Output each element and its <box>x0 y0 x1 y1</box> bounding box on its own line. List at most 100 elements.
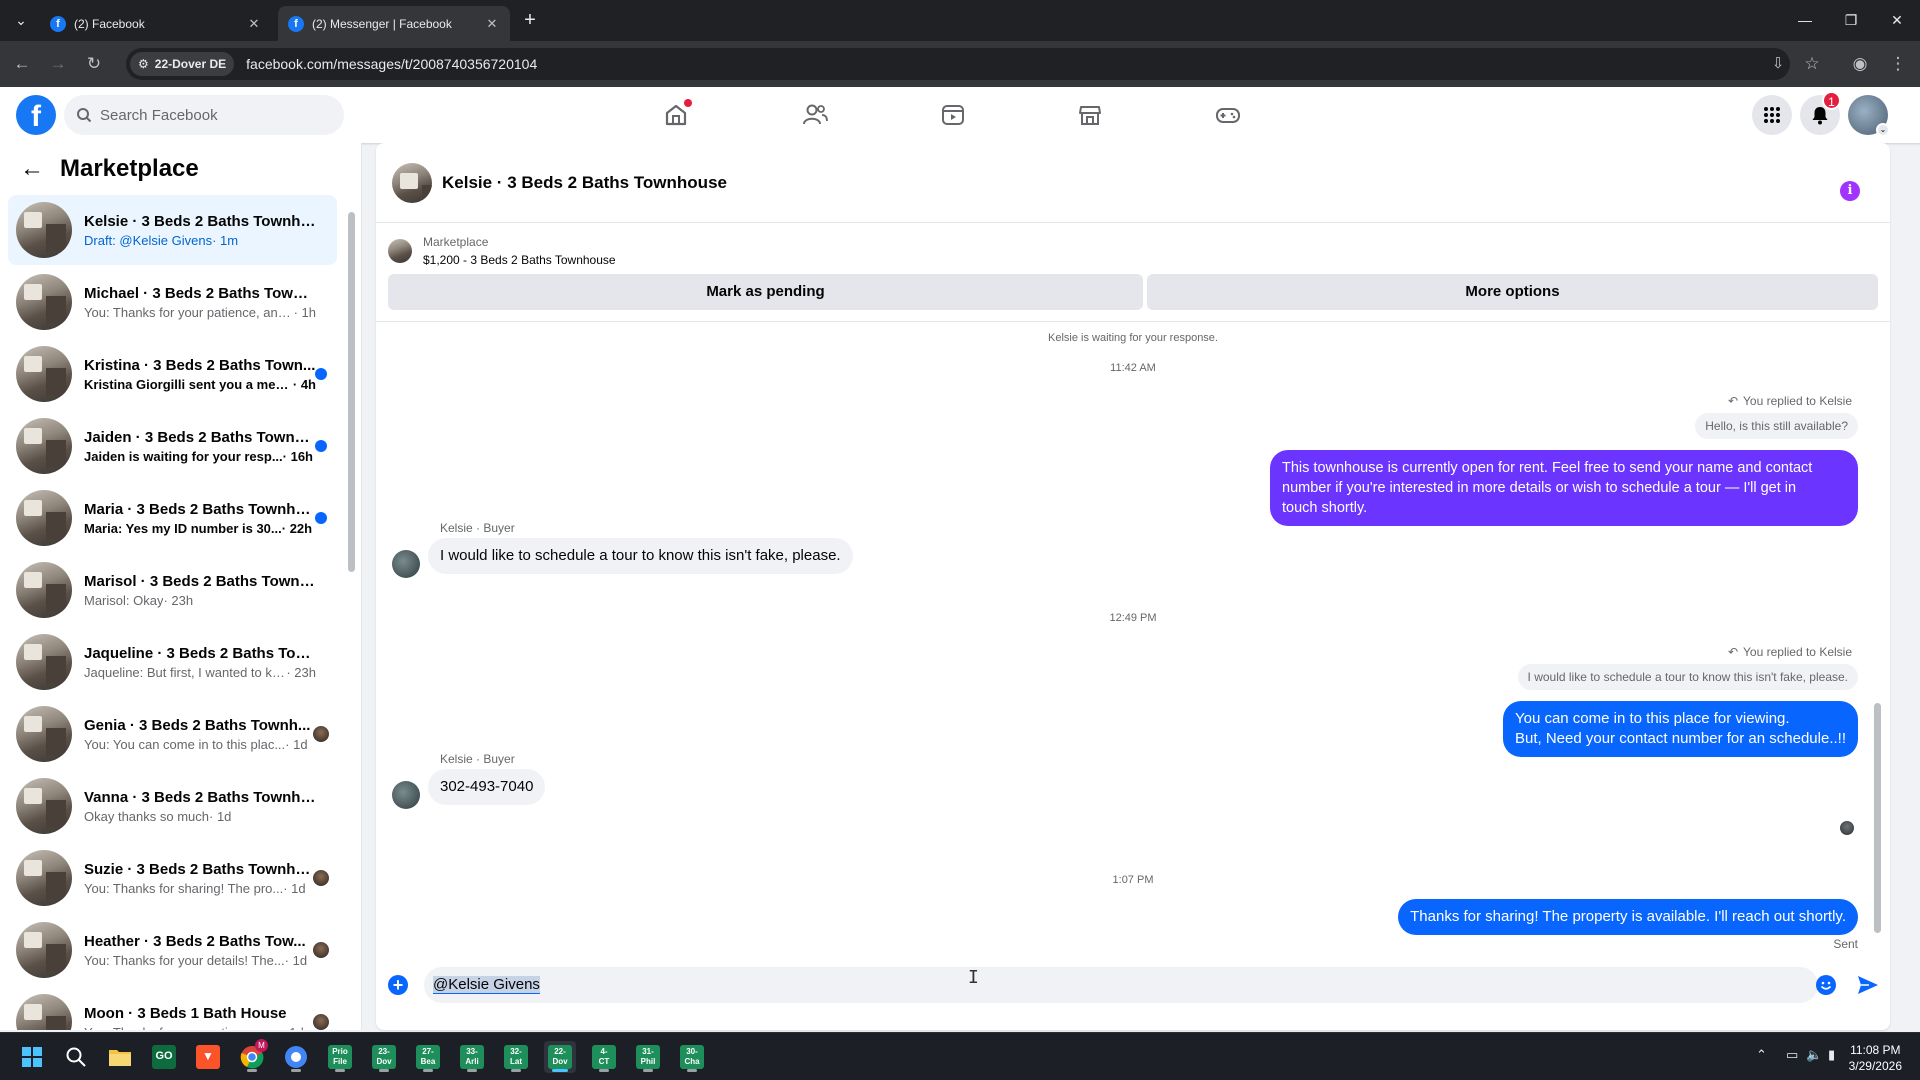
conversation-item[interactable]: Moon · 3 Beds 1 Bath House You: Thanks fo… <box>8 987 337 1030</box>
network-icon[interactable]: ▭ <box>1786 1047 1798 1063</box>
chat-title[interactable]: Kelsie · 3 Beds 2 Baths Townhouse <box>442 173 727 193</box>
conversation-item[interactable]: Marisol · 3 Beds 2 Baths Townho... Mariso… <box>8 555 337 625</box>
conversation-time: · 1d <box>285 736 308 752</box>
volume-icon[interactable]: 🔈 <box>1806 1047 1822 1063</box>
back-icon[interactable]: ← <box>10 52 34 76</box>
url-text[interactable]: facebook.com/messages/t/2008740356720104 <box>246 56 537 72</box>
profile-icon[interactable]: ◉ <box>1848 52 1872 76</box>
restore-icon[interactable]: ❐ <box>1836 8 1866 32</box>
site-info-chip[interactable]: ⚙ 22-Dover DE <box>130 52 235 76</box>
conversation-item[interactable]: Heather · 3 Beds 2 Baths Tow... You: Than… <box>8 915 337 985</box>
search-icon <box>77 108 92 123</box>
taskbar-app-icon[interactable]: 23- Dov <box>368 1041 400 1073</box>
taskbar-app-icon[interactable]: GO <box>148 1041 180 1073</box>
conversation-item[interactable]: Jaqueline · 3 Beds 2 Baths Town... Jaquel… <box>8 627 337 697</box>
browser-tab-facebook[interactable]: f (2) Facebook ✕ <box>40 6 272 41</box>
facebook-logo-icon[interactable]: f <box>16 95 56 135</box>
show-hidden-icons[interactable]: ⌃ <box>1756 1047 1767 1063</box>
home-nav-icon[interactable] <box>658 97 694 133</box>
brave-browser-icon[interactable]: ▼ <box>192 1041 224 1073</box>
mark-as-pending-button[interactable]: Mark as pending <box>388 274 1143 310</box>
chat-scrollbar[interactable] <box>1874 323 1882 953</box>
taskbar-app-icon[interactable]: 22- Dov <box>544 1041 576 1073</box>
friends-nav-icon[interactable] <box>797 97 833 133</box>
gaming-nav-icon[interactable] <box>1210 97 1246 133</box>
chrome-icon[interactable]: M <box>236 1039 268 1073</box>
more-options-button[interactable]: More options <box>1147 274 1878 310</box>
chrome-profile-icon[interactable] <box>280 1041 312 1073</box>
taskbar-app-icon[interactable]: 4- CT <box>588 1041 620 1073</box>
browser-tab-messenger[interactable]: f (2) Messenger | Facebook ✕ <box>278 6 510 41</box>
conversation-item[interactable]: Kristina · 3 Beds 2 Baths Town... Kristin… <box>8 339 337 409</box>
start-windows-icon[interactable] <box>16 1041 48 1073</box>
listing-summary[interactable]: Marketplace $1,200 - 3 Beds 2 Baths Town… <box>388 233 616 269</box>
conversation-time: · 1d <box>284 952 308 968</box>
conversation-name: Jaiden · 3 Beds 2 Baths Townh... <box>84 428 316 446</box>
incoming-message[interactable]: 302-493-7040 <box>428 769 546 805</box>
bookmark-star-icon[interactable]: ☆ <box>1800 52 1824 76</box>
account-avatar[interactable]: ⌄ <box>1848 95 1890 137</box>
marketplace-conversation-list: ← Marketplace Kelsie · 3 Beds 2 Baths To… <box>0 143 362 1030</box>
quoted-message[interactable]: I would like to schedule a tour to know … <box>1517 664 1858 690</box>
close-tab-icon[interactable]: ✕ <box>246 16 262 32</box>
conversation-item[interactable]: Genia · 3 Beds 2 Baths Townh... You: You … <box>8 699 337 769</box>
battery-icon[interactable]: ▮ <box>1828 1047 1835 1063</box>
taskbar-app-icon[interactable]: 30- Cha <box>676 1041 708 1073</box>
add-attachment-icon[interactable]: + <box>388 975 408 995</box>
seen-avatar <box>313 726 329 742</box>
scrollbar-thumb[interactable] <box>1874 703 1881 933</box>
taskbar-search-icon[interactable] <box>60 1041 92 1073</box>
conversation-preview: You: Thanks for your patience, a... <box>84 1025 281 1031</box>
new-tab-icon[interactable]: + <box>515 8 545 32</box>
conversation-item[interactable]: Michael · 3 Beds 2 Baths Townh... You: Th… <box>8 267 337 337</box>
reload-icon[interactable]: ↻ <box>82 52 106 76</box>
conversation-list-scrollbar[interactable] <box>348 197 356 1022</box>
taskbar-app-icon[interactable]: 31- Phil <box>632 1041 664 1073</box>
back-arrow-icon[interactable]: ← <box>20 155 44 183</box>
reply-arrow-icon: ↶ <box>1727 645 1739 659</box>
file-explorer-icon[interactable] <box>104 1041 136 1073</box>
address-bar[interactable]: ⚙ 22-Dover DE facebook.com/messages/t/20… <box>126 48 1790 80</box>
conversation-time: · 1d <box>209 808 232 824</box>
search-facebook-input[interactable]: Search Facebook <box>64 95 344 135</box>
quoted-message[interactable]: Hello, is this still available? <box>1695 413 1858 439</box>
close-tab-icon[interactable]: ✕ <box>484 16 500 32</box>
emoji-icon[interactable] <box>1816 975 1836 995</box>
conversation-item[interactable]: Jaiden · 3 Beds 2 Baths Townh... Jaiden i… <box>8 411 337 481</box>
chrome-menu-icon[interactable]: ⋮ <box>1886 52 1910 76</box>
tab-search-icon[interactable]: ⌄ <box>6 8 36 32</box>
scrollbar-thumb[interactable] <box>348 212 355 572</box>
notifications-button[interactable]: 1 <box>1800 91 1841 135</box>
conversation-item[interactable]: Suzie · 3 Beds 2 Baths Townho... You: Tha… <box>8 843 337 913</box>
outgoing-message[interactable]: This townhouse is currently open for ren… <box>1270 450 1858 526</box>
taskbar-app-icon[interactable]: 32- Lat <box>500 1041 532 1073</box>
taskbar-app-icon[interactable]: 27- Bea <box>412 1041 444 1073</box>
conversation-preview: Draft: @Kelsie Givens <box>84 232 213 248</box>
conversation-item[interactable]: Maria · 3 Beds 2 Baths Townho... Maria: Y… <box>8 483 337 553</box>
marketplace-nav-icon[interactable] <box>1072 97 1108 133</box>
taskbar-app-icon[interactable]: Prio File <box>324 1041 356 1073</box>
kelsie-avatar[interactable] <box>392 781 420 809</box>
video-nav-icon[interactable] <box>935 97 971 133</box>
forward-icon[interactable]: → <box>46 52 70 76</box>
chat-listing-avatar[interactable] <box>392 162 432 203</box>
incoming-message[interactable]: I would like to schedule a tour to know … <box>428 538 853 574</box>
kelsie-avatar[interactable] <box>392 550 420 578</box>
minimize-icon[interactable]: — <box>1790 8 1820 32</box>
close-window-icon[interactable]: ✕ <box>1882 8 1912 32</box>
install-app-icon[interactable]: ⇩ <box>1766 52 1790 76</box>
mention-token[interactable]: @Kelsie Givens <box>433 976 540 994</box>
conversation-item[interactable]: Kelsie · 3 Beds 2 Baths Townhouse Draft: … <box>8 195 337 265</box>
conversation-item[interactable]: Vanna · 3 Beds 2 Baths Townhou... Okay th… <box>8 771 337 841</box>
outgoing-message[interactable]: You can come in to this place for viewin… <box>1502 701 1858 757</box>
menu-grid-button[interactable] <box>1752 95 1792 135</box>
outgoing-message[interactable]: Thanks for sharing! The property is avai… <box>1398 899 1858 935</box>
message-input[interactable]: @Kelsie Givens <box>424 967 1818 1003</box>
system-clock[interactable]: 11:08 PM 3/29/2026 <box>1849 1042 1902 1074</box>
taskbar-app-icon[interactable]: 33- Arli <box>456 1041 488 1073</box>
listing-label: Marketplace <box>423 235 489 249</box>
conversation-time: · 4h <box>292 376 316 392</box>
info-icon[interactable]: i <box>1840 181 1860 201</box>
send-icon[interactable] <box>1856 973 1880 997</box>
conversation-name: Kelsie · 3 Beds 2 Baths Townhouse <box>84 212 316 230</box>
